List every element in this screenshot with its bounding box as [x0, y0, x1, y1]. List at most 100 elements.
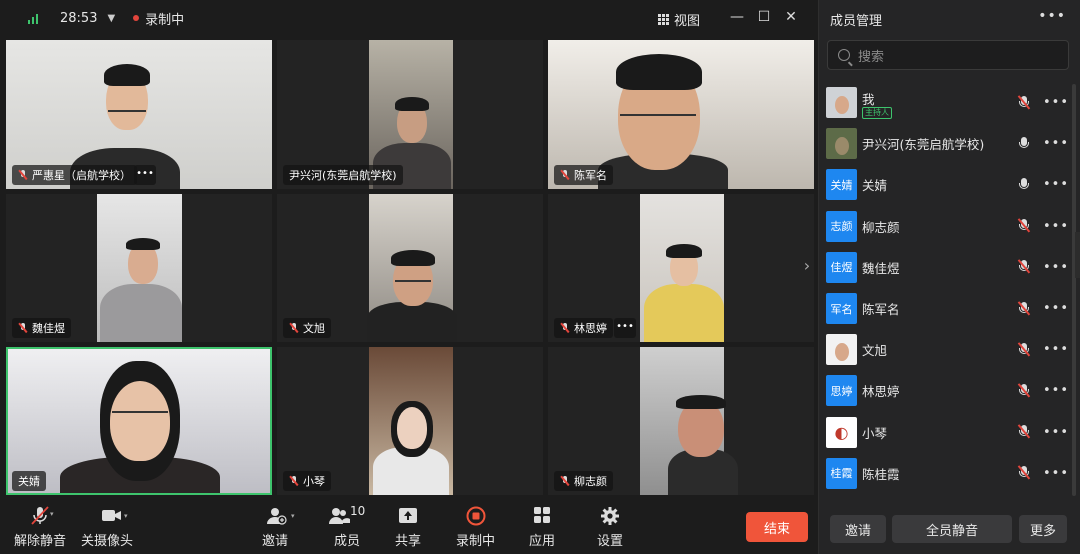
member-row[interactable]: 桂霞 陈桂霞 •••	[819, 453, 1069, 494]
mic-muted-icon	[18, 323, 28, 333]
participant-name-tag: 魏佳煜	[12, 318, 71, 338]
member-name: 尹兴河(东莞启航学校)	[862, 137, 985, 153]
minimize-icon[interactable]: —	[728, 8, 746, 26]
member-search-input[interactable]: 搜索	[827, 40, 1069, 70]
mic-muted-icon	[560, 323, 570, 333]
member-more-icon[interactable]: •••	[1043, 219, 1069, 234]
mic-muted-icon	[18, 170, 28, 180]
member-name: 陈桂霞	[862, 466, 900, 482]
video-tile[interactable]: 陈军名	[548, 40, 814, 189]
mic-muted-icon[interactable]	[1017, 94, 1030, 110]
tile-more-icon[interactable]: •••	[134, 165, 156, 185]
end-meeting-button[interactable]: 结束	[746, 512, 808, 542]
mic-muted-icon[interactable]	[1017, 342, 1030, 357]
member-row[interactable]: 文旭 •••	[819, 329, 1069, 370]
avatar: 思婷	[826, 375, 857, 407]
panel-more-icon[interactable]: •••	[1038, 8, 1066, 24]
video-tile[interactable]: 文旭	[277, 194, 543, 342]
view-button[interactable]: 视图	[658, 10, 700, 29]
video-tile[interactable]: 小琴	[277, 347, 543, 495]
panel-invite-button[interactable]: 邀请	[830, 515, 886, 543]
mic-icon[interactable]	[1018, 136, 1030, 151]
mic-muted-icon: ▾	[29, 506, 54, 526]
avatar	[826, 128, 857, 160]
mic-muted-icon[interactable]	[1017, 424, 1030, 439]
search-icon	[838, 49, 850, 61]
panel-title: 成员管理	[830, 14, 883, 29]
mic-muted-icon[interactable]	[1017, 218, 1030, 233]
mic-muted-icon[interactable]	[1017, 465, 1030, 480]
network-signal-icon[interactable]	[28, 12, 38, 24]
member-more-icon[interactable]: •••	[1043, 301, 1069, 316]
add-user-icon: ▾	[264, 506, 295, 526]
video-tile[interactable]: 林思婷 •••	[548, 194, 814, 342]
unmute-button[interactable]: ▾ 解除静音	[14, 506, 66, 549]
recording-button[interactable]: 录制中	[456, 506, 495, 549]
video-tile[interactable]: 严惠星（启航学校） •••	[6, 40, 272, 189]
participant-name-tag: 关婧	[12, 471, 46, 491]
member-more-icon[interactable]: •••	[1043, 177, 1069, 192]
top-bar: 28:53 ▼ 录制中 视图 — ☐ ✕	[0, 0, 818, 36]
member-name: 关婧	[862, 178, 888, 194]
member-row[interactable]: 关婧 关婧 •••	[819, 164, 1069, 205]
apps-button[interactable]: 应用	[529, 506, 555, 549]
next-page-chevron-icon[interactable]: ›	[798, 256, 816, 278]
mic-muted-icon	[560, 476, 570, 486]
participant-name-tag: 林思婷	[554, 318, 613, 338]
members-button[interactable]: 10 成员	[328, 504, 366, 549]
member-more-icon[interactable]: •••	[1043, 260, 1069, 275]
record-stop-icon	[465, 506, 487, 526]
recording-status[interactable]: 录制中	[145, 9, 184, 28]
camera-button[interactable]: ▾ 关摄像头	[81, 506, 133, 549]
member-more-icon[interactable]: •••	[1043, 342, 1069, 357]
mic-muted-icon[interactable]	[1017, 300, 1030, 316]
host-badge: 主持人	[862, 107, 892, 119]
member-more-icon[interactable]: •••	[1043, 383, 1069, 398]
panel-more-button[interactable]: 更多	[1019, 515, 1067, 543]
member-more-icon[interactable]: •••	[1043, 425, 1069, 440]
share-screen-icon	[397, 506, 419, 526]
video-tile[interactable]: 魏佳煜	[6, 194, 272, 342]
video-tile[interactable]: 柳志颜	[548, 347, 814, 495]
maximize-icon[interactable]: ☐	[755, 8, 773, 26]
member-row[interactable]: 我主持人 •••	[819, 82, 1069, 123]
mic-icon[interactable]	[1018, 177, 1030, 192]
member-more-icon[interactable]: •••	[1043, 136, 1069, 151]
member-name: 柳志颜	[862, 219, 900, 235]
member-row[interactable]: ◐ 小琴 •••	[819, 412, 1069, 453]
avatar: 关婧	[826, 169, 857, 201]
close-icon[interactable]: ✕	[782, 8, 800, 26]
mute-all-button[interactable]: 全员静音	[892, 515, 1012, 543]
participant-name-tag: 文旭	[283, 318, 331, 338]
member-row[interactable]: 军名 陈军名 •••	[819, 288, 1069, 329]
member-row[interactable]: 尹兴河(东莞启航学校) •••	[819, 123, 1069, 164]
avatar	[826, 87, 857, 118]
mic-muted-icon[interactable]	[1017, 383, 1030, 398]
settings-button[interactable]: 设置	[597, 506, 623, 549]
participant-name-tag: 严惠星（启航学校）	[12, 165, 137, 185]
member-row[interactable]: 志颜 柳志颜 •••	[819, 206, 1069, 247]
gear-icon	[599, 506, 621, 526]
video-tile[interactable]: 尹兴河(东莞启航学校)	[277, 40, 543, 189]
invite-button[interactable]: ▾ 邀请	[262, 506, 295, 549]
meeting-window: 28:53 ▼ 录制中 视图 — ☐ ✕ 严惠星（启航学校） ••• 尹兴河(东…	[0, 0, 1080, 554]
recording-dot-icon	[133, 15, 140, 21]
member-list-scrollbar[interactable]	[1072, 84, 1076, 496]
tile-more-icon[interactable]: •••	[614, 318, 636, 338]
timer-dropdown-icon[interactable]: ▼	[107, 13, 115, 24]
member-more-icon[interactable]: •••	[1043, 466, 1069, 481]
member-more-icon[interactable]: •••	[1043, 95, 1069, 110]
mic-muted-icon[interactable]	[1017, 259, 1030, 274]
share-button[interactable]: 共享	[395, 506, 421, 549]
view-label: 视图	[674, 14, 701, 29]
panel-resize-handle[interactable]	[1075, 232, 1080, 278]
video-tile[interactable]: 关婧	[6, 347, 272, 495]
member-row[interactable]: 佳煜 魏佳煜 •••	[819, 247, 1069, 288]
apps-grid-icon	[531, 506, 553, 526]
avatar	[826, 334, 857, 366]
participant-name-tag: 陈军名	[554, 165, 613, 185]
mic-muted-icon	[560, 170, 570, 180]
svg-text:▾: ▾	[50, 510, 54, 518]
member-row[interactable]: 思婷 林思婷 •••	[819, 370, 1069, 411]
svg-text:▾: ▾	[291, 512, 295, 520]
